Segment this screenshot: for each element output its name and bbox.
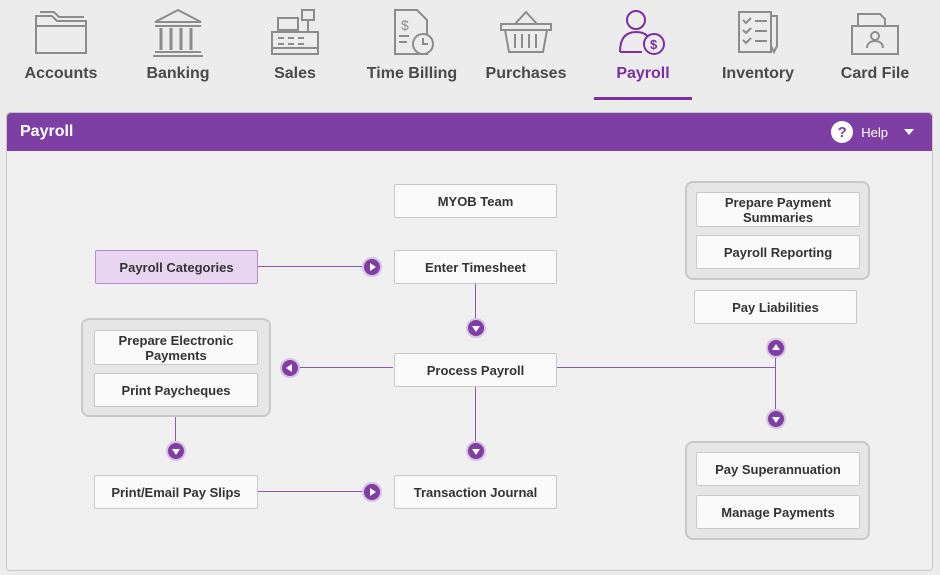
module-label: Banking <box>146 65 210 82</box>
panel-header: Payroll ? Help <box>7 113 932 151</box>
module-inventory[interactable]: Inventory <box>703 0 813 104</box>
arrow-down-icon <box>466 318 486 338</box>
module-label: Purchases <box>485 65 567 82</box>
module-label: Inventory <box>721 65 794 82</box>
checklist-icon <box>738 11 778 55</box>
active-tab-underline <box>594 97 692 100</box>
bank-icon <box>153 8 203 57</box>
person-dollar-icon: $ <box>619 10 665 55</box>
connector-line <box>175 417 176 441</box>
print-paycheques-button[interactable]: Print Paycheques <box>94 373 258 407</box>
chevron-down-icon[interactable] <box>904 129 914 135</box>
module-label: Card File <box>840 65 910 82</box>
payroll-categories-button[interactable]: Payroll Categories <box>95 250 258 284</box>
module-bar: Accounts Banking Sales $ Time Billing Pu… <box>0 0 940 108</box>
module-label: Sales <box>274 65 316 82</box>
cash-register-icon <box>271 9 319 55</box>
prepare-electronic-payments-button[interactable]: Prepare Electronic Payments <box>94 330 258 365</box>
module-sales[interactable]: Sales <box>240 0 350 104</box>
manage-payments-button[interactable]: Manage Payments <box>696 495 860 529</box>
module-label: Accounts <box>24 65 98 82</box>
payroll-reporting-button[interactable]: Payroll Reporting <box>696 235 860 269</box>
svg-text:$: $ <box>650 37 658 52</box>
connector-line <box>557 367 776 368</box>
connector-line <box>475 284 476 318</box>
module-accounts[interactable]: Accounts <box>6 0 116 104</box>
module-card-file[interactable]: Card File <box>820 0 930 104</box>
panel-title: Payroll <box>20 123 74 140</box>
help-label: Help <box>861 124 888 140</box>
question-icon: ? <box>831 121 854 143</box>
pay-liabilities-button[interactable]: Pay Liabilities <box>694 290 857 324</box>
basket-icon <box>500 10 552 53</box>
module-label: Payroll <box>616 65 670 82</box>
connector-line <box>258 266 362 267</box>
arrow-down-icon <box>166 441 186 461</box>
process-payroll-button[interactable]: Process Payroll <box>394 353 557 387</box>
svg-text:$: $ <box>401 17 409 33</box>
module-time-billing[interactable]: $ Time Billing <box>357 0 467 104</box>
folder-icon <box>35 11 87 54</box>
prepare-payment-summaries-button[interactable]: Prepare Payment Summaries <box>696 192 860 227</box>
module-banking[interactable]: Banking <box>123 0 233 104</box>
arrow-right-icon <box>362 257 382 277</box>
document-clock-icon: $ <box>394 9 434 55</box>
arrow-down-icon <box>766 409 786 429</box>
arrow-down-icon <box>466 441 486 461</box>
connector-line <box>775 358 776 409</box>
print-email-pay-slips-button[interactable]: Print/Email Pay Slips <box>94 475 258 509</box>
card-file-icon <box>851 13 899 55</box>
connector-line <box>300 367 393 368</box>
module-label: Time Billing <box>366 65 458 82</box>
transaction-journal-button[interactable]: Transaction Journal <box>394 475 557 509</box>
connector-line <box>475 387 476 441</box>
myob-team-button[interactable]: MYOB Team <box>394 184 557 218</box>
connector-line <box>258 491 362 492</box>
enter-timesheet-button[interactable]: Enter Timesheet <box>394 250 557 284</box>
module-payroll[interactable]: $ Payroll <box>588 0 698 104</box>
arrow-left-icon <box>280 358 300 378</box>
arrow-right-icon <box>362 482 382 502</box>
help-button[interactable]: ? Help <box>831 121 914 143</box>
module-purchases[interactable]: Purchases <box>471 0 581 104</box>
arrow-up-icon <box>766 338 786 358</box>
pay-superannuation-button[interactable]: Pay Superannuation <box>696 452 860 486</box>
